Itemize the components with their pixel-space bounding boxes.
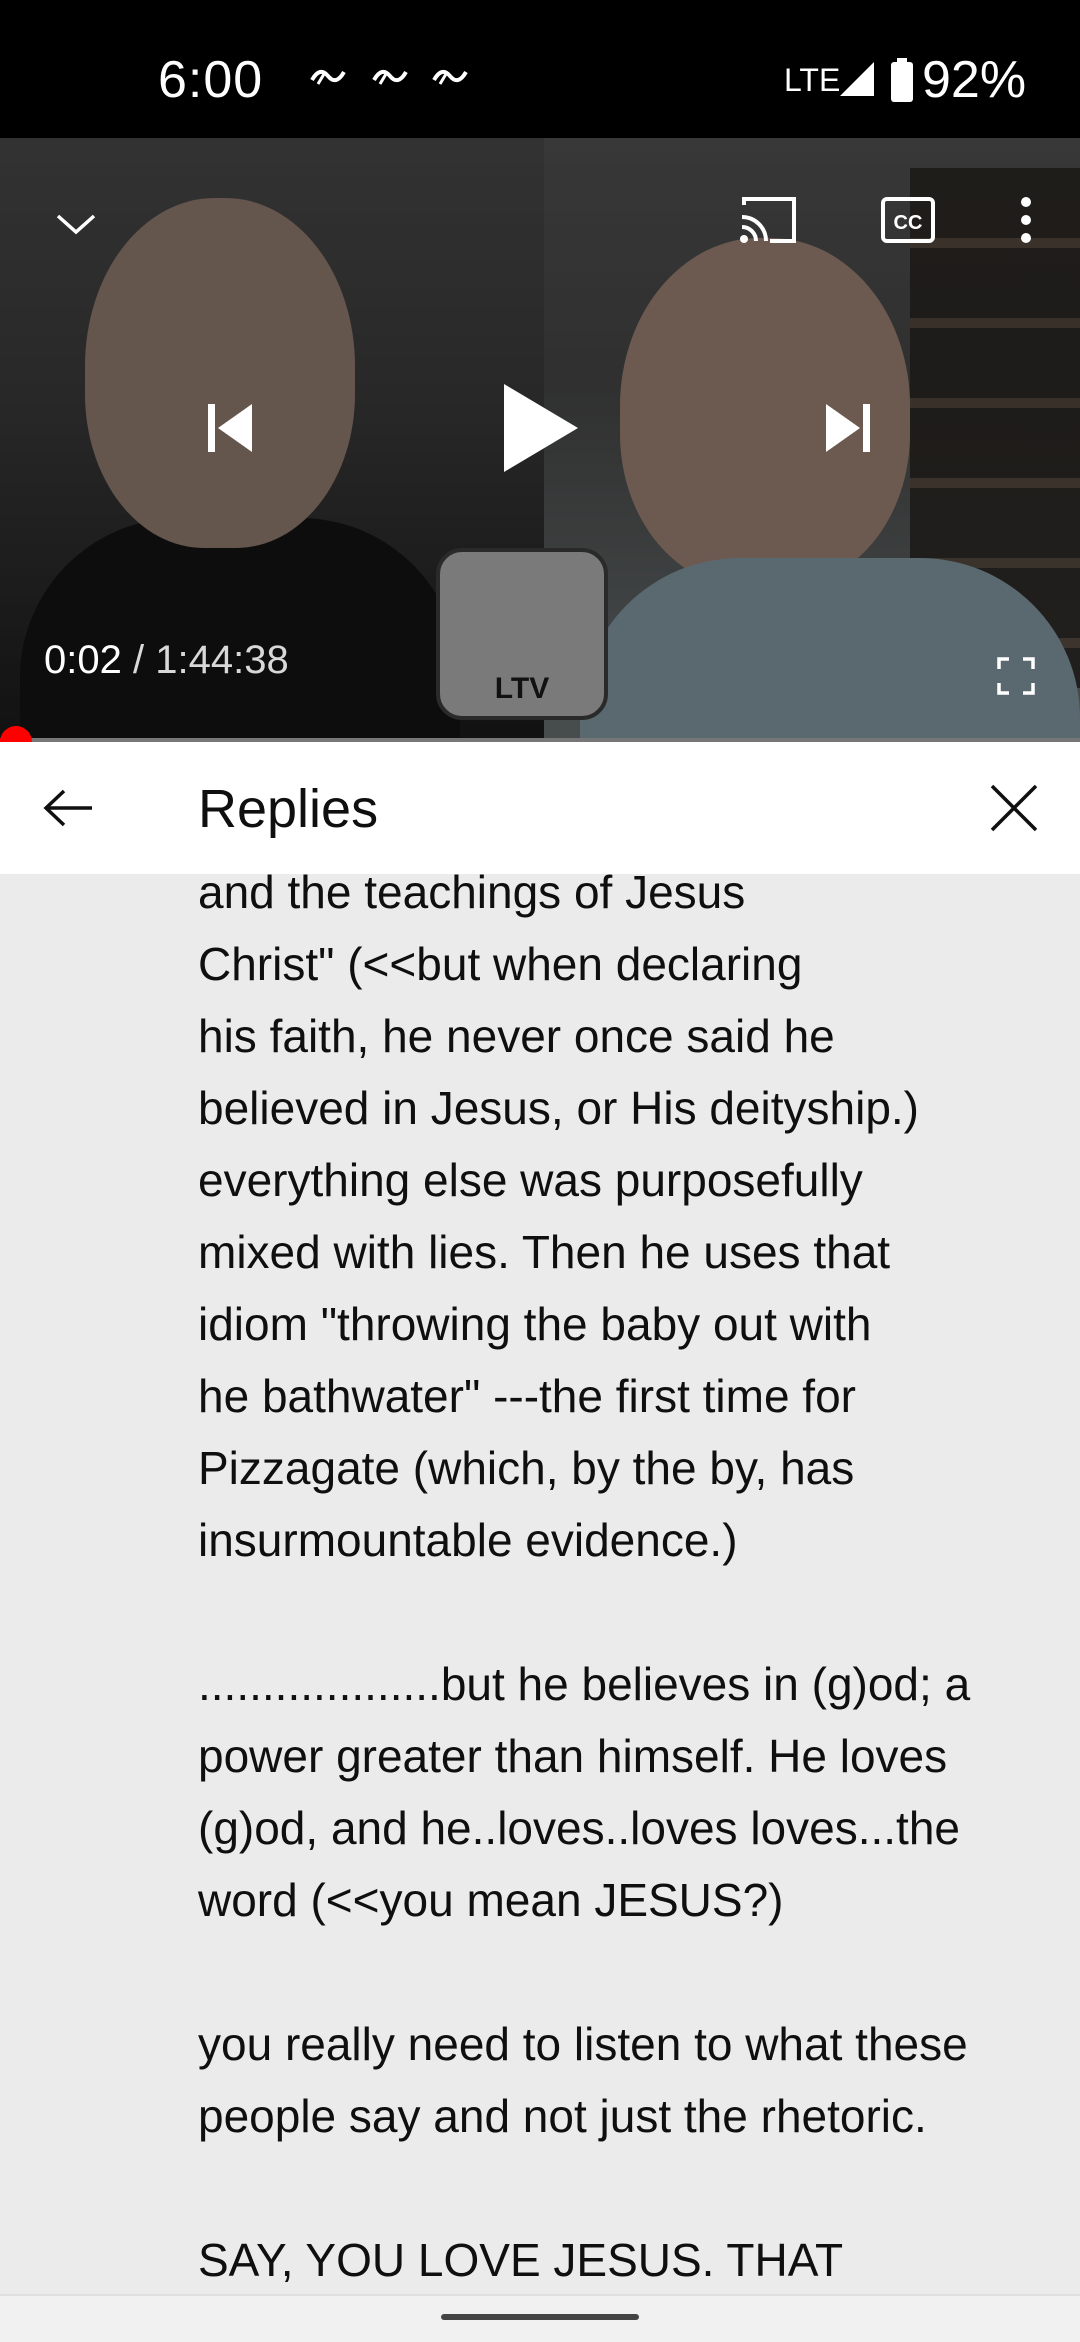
status-time: 6:00 <box>158 51 264 109</box>
chevron-down-icon <box>56 214 96 235</box>
battery-percent: 92% <box>922 51 1027 109</box>
skip-previous-icon <box>208 404 252 452</box>
play-icon <box>504 384 578 472</box>
replies-list[interactable]: and the teachings of Jesus Christ" (<<bu… <box>0 874 1080 2294</box>
arrow-back-icon <box>43 789 92 827</box>
skip-next-icon <box>826 404 870 452</box>
replies-header: Replies <box>0 742 1080 874</box>
close-icon <box>990 784 1038 832</box>
replies-title: Replies <box>198 779 379 839</box>
minimize-button[interactable] <box>40 188 112 260</box>
network-type: LTE <box>784 62 841 98</box>
cc-icon: CC <box>881 197 935 243</box>
previous-button[interactable] <box>190 388 270 468</box>
play-button[interactable] <box>490 378 590 478</box>
channel-logo: LTV <box>436 548 608 720</box>
svg-text:CC: CC <box>894 212 923 234</box>
captions-button[interactable]: CC <box>868 180 948 260</box>
battery-icon <box>891 58 913 102</box>
channel-logo-text: LTV <box>494 672 550 705</box>
home-handle[interactable] <box>441 2314 639 2320</box>
time-separator: / <box>132 638 145 682</box>
close-button[interactable] <box>974 768 1054 848</box>
status-bar: 6:00 LTE 92% <box>0 0 1080 138</box>
time-readout: 0:02 / 1:44:38 <box>44 638 289 683</box>
back-button[interactable] <box>28 768 108 848</box>
fullscreen-button[interactable] <box>986 646 1046 706</box>
notification-icon <box>310 69 346 85</box>
cast-icon <box>740 197 796 243</box>
comment-text: and the teachings of Jesus Christ" (<<bu… <box>198 874 971 2286</box>
more-options-button[interactable] <box>996 180 1056 260</box>
signal-icon <box>840 62 874 96</box>
current-time: 0:02 <box>44 638 122 682</box>
video-duration: 1:44:38 <box>155 638 289 682</box>
notification-icon <box>432 69 468 85</box>
fullscreen-icon <box>997 657 1035 695</box>
cast-button[interactable] <box>728 180 808 260</box>
notification-icon <box>372 69 408 85</box>
gesture-nav-bar <box>0 2294 1080 2342</box>
more-vertical-icon <box>1021 197 1031 243</box>
next-button[interactable] <box>808 388 888 468</box>
video-player[interactable]: LTV CC 0:02 / 1:44:38 <box>0 138 1080 742</box>
